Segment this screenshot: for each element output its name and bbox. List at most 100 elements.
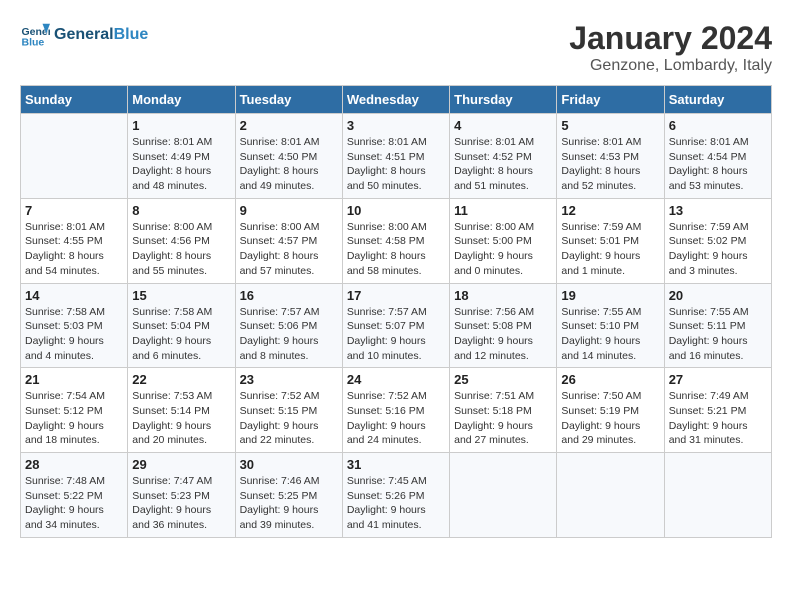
day-info: Sunrise: 7:46 AMSunset: 5:25 PMDaylight:… xyxy=(240,474,338,533)
calendar-cell: 6 Sunrise: 8:01 AMSunset: 4:54 PMDaylight… xyxy=(664,114,771,199)
day-info: Sunrise: 7:55 AMSunset: 5:10 PMDaylight:… xyxy=(561,305,659,364)
logo-general: General xyxy=(54,26,114,43)
day-info: Sunrise: 7:59 AMSunset: 5:01 PMDaylight:… xyxy=(561,220,659,279)
day-number: 13 xyxy=(669,203,767,218)
calendar-cell: 2Sunrise: 8:01 AMSunset: 4:50 PMDaylight… xyxy=(235,114,342,199)
day-number: 30 xyxy=(240,457,338,472)
calendar-cell: 27 Sunrise: 7:49 AMSunset: 5:21 PMDayligh… xyxy=(664,368,771,453)
calendar-cell: 22 Sunrise: 7:53 AMSunset: 5:14 PMDayligh… xyxy=(128,368,235,453)
day-number: 10 xyxy=(347,203,445,218)
calendar-cell: 14 Sunrise: 7:58 AMSunset: 5:03 PMDayligh… xyxy=(21,283,128,368)
day-number: 22 xyxy=(132,372,230,387)
day-info: Sunrise: 7:53 AMSunset: 5:14 PMDaylight:… xyxy=(132,389,230,448)
day-info: Sunrise: 7:50 AMSunset: 5:19 PMDaylight:… xyxy=(561,389,659,448)
weekday-header-saturday: Saturday xyxy=(664,86,771,114)
calendar-cell: 29 Sunrise: 7:47 AMSunset: 5:23 PMDayligh… xyxy=(128,453,235,538)
calendar-cell: 12 Sunrise: 7:59 AMSunset: 5:01 PMDayligh… xyxy=(557,198,664,283)
day-number: 21 xyxy=(25,372,123,387)
day-info: Sunrise: 7:56 AMSunset: 5:08 PMDaylight:… xyxy=(454,305,552,364)
location-title: Genzone, Lombardy, Italy xyxy=(569,57,772,75)
day-info: Sunrise: 7:45 AMSunset: 5:26 PMDaylight:… xyxy=(347,474,445,533)
day-info: Sunrise: 7:52 AMSunset: 5:15 PMDaylight:… xyxy=(240,389,338,448)
calendar-cell: 11Sunrise: 8:00 AMSunset: 5:00 PMDayligh… xyxy=(450,198,557,283)
day-number: 12 xyxy=(561,203,659,218)
day-info: Sunrise: 8:00 AMSunset: 4:57 PMDaylight:… xyxy=(240,220,338,279)
calendar-cell: 13 Sunrise: 7:59 AMSunset: 5:02 PMDayligh… xyxy=(664,198,771,283)
day-number: 16 xyxy=(240,288,338,303)
calendar-cell xyxy=(664,453,771,538)
day-info: Sunrise: 7:51 AMSunset: 5:18 PMDaylight:… xyxy=(454,389,552,448)
day-number: 26 xyxy=(561,372,659,387)
calendar-cell: 18 Sunrise: 7:56 AMSunset: 5:08 PMDayligh… xyxy=(450,283,557,368)
calendar-cell xyxy=(557,453,664,538)
weekday-header-monday: Monday xyxy=(128,86,235,114)
day-info: Sunrise: 8:01 AMSunset: 4:54 PMDaylight:… xyxy=(669,135,767,194)
day-info: Sunrise: 7:47 AMSunset: 5:23 PMDaylight:… xyxy=(132,474,230,533)
calendar-cell: 24 Sunrise: 7:52 AMSunset: 5:16 PMDayligh… xyxy=(342,368,449,453)
day-info: Sunrise: 8:01 AMSunset: 4:51 PMDaylight:… xyxy=(347,135,445,194)
day-info: Sunrise: 7:58 AMSunset: 5:03 PMDaylight:… xyxy=(25,305,123,364)
day-number: 17 xyxy=(347,288,445,303)
day-number: 18 xyxy=(454,288,552,303)
weekday-header-friday: Friday xyxy=(557,86,664,114)
page-header: General Blue GeneralBlue January 2024 Ge… xyxy=(20,20,772,75)
weekday-header-tuesday: Tuesday xyxy=(235,86,342,114)
day-number: 24 xyxy=(347,372,445,387)
calendar-cell: 8 Sunrise: 8:00 AMSunset: 4:56 PMDaylight… xyxy=(128,198,235,283)
calendar-cell: 7 Sunrise: 8:01 AMSunset: 4:55 PMDaylight… xyxy=(21,198,128,283)
calendar-cell: 15 Sunrise: 7:58 AMSunset: 5:04 PMDayligh… xyxy=(128,283,235,368)
logo: General Blue GeneralBlue xyxy=(20,20,148,50)
day-number: 14 xyxy=(25,288,123,303)
day-info: Sunrise: 8:01 AMSunset: 4:53 PMDaylight:… xyxy=(561,135,659,194)
day-info: Sunrise: 7:59 AMSunset: 5:02 PMDaylight:… xyxy=(669,220,767,279)
day-info: Sunrise: 7:57 AMSunset: 5:07 PMDaylight:… xyxy=(347,305,445,364)
weekday-header-sunday: Sunday xyxy=(21,86,128,114)
day-number: 2 xyxy=(240,118,338,133)
calendar-cell: 25Sunrise: 7:51 AMSunset: 5:18 PMDayligh… xyxy=(450,368,557,453)
day-number: 6 xyxy=(669,118,767,133)
day-number: 11 xyxy=(454,203,552,218)
day-number: 19 xyxy=(561,288,659,303)
day-info: Sunrise: 8:01 AMSunset: 4:55 PMDaylight:… xyxy=(25,220,123,279)
weekday-header-thursday: Thursday xyxy=(450,86,557,114)
day-info: Sunrise: 7:48 AMSunset: 5:22 PMDaylight:… xyxy=(25,474,123,533)
day-number: 27 xyxy=(669,372,767,387)
day-number: 7 xyxy=(25,203,123,218)
day-number: 29 xyxy=(132,457,230,472)
calendar-cell: 31 Sunrise: 7:45 AMSunset: 5:26 PMDayligh… xyxy=(342,453,449,538)
day-number: 20 xyxy=(669,288,767,303)
calendar-week-row: 7 Sunrise: 8:01 AMSunset: 4:55 PMDaylight… xyxy=(21,198,772,283)
logo-blue: Blue xyxy=(114,26,149,43)
calendar-week-row: 14 Sunrise: 7:58 AMSunset: 5:03 PMDayligh… xyxy=(21,283,772,368)
day-number: 23 xyxy=(240,372,338,387)
day-info: Sunrise: 7:52 AMSunset: 5:16 PMDaylight:… xyxy=(347,389,445,448)
calendar-cell: 21 Sunrise: 7:54 AMSunset: 5:12 PMDayligh… xyxy=(21,368,128,453)
day-number: 31 xyxy=(347,457,445,472)
logo-icon: General Blue xyxy=(20,20,50,50)
day-info: Sunrise: 8:00 AMSunset: 4:56 PMDaylight:… xyxy=(132,220,230,279)
calendar-cell: 16 Sunrise: 7:57 AMSunset: 5:06 PMDayligh… xyxy=(235,283,342,368)
day-info: Sunrise: 7:49 AMSunset: 5:21 PMDaylight:… xyxy=(669,389,767,448)
day-number: 15 xyxy=(132,288,230,303)
day-number: 3 xyxy=(347,118,445,133)
calendar-cell: 23 Sunrise: 7:52 AMSunset: 5:15 PMDayligh… xyxy=(235,368,342,453)
calendar-cell: 20Sunrise: 7:55 AMSunset: 5:11 PMDayligh… xyxy=(664,283,771,368)
calendar-week-row: 28Sunrise: 7:48 AMSunset: 5:22 PMDayligh… xyxy=(21,453,772,538)
day-number: 8 xyxy=(132,203,230,218)
calendar-cell: 10 Sunrise: 8:00 AMSunset: 4:58 PMDayligh… xyxy=(342,198,449,283)
weekday-header-wednesday: Wednesday xyxy=(342,86,449,114)
day-number: 4 xyxy=(454,118,552,133)
day-info: Sunrise: 8:01 AMSunset: 4:49 PMDaylight:… xyxy=(132,135,230,194)
calendar-week-row: 1Sunrise: 8:01 AMSunset: 4:49 PMDaylight… xyxy=(21,114,772,199)
day-info: Sunrise: 8:01 AMSunset: 4:52 PMDaylight:… xyxy=(454,135,552,194)
calendar-cell: 30 Sunrise: 7:46 AMSunset: 5:25 PMDayligh… xyxy=(235,453,342,538)
svg-text:Blue: Blue xyxy=(22,37,45,49)
day-info: Sunrise: 8:00 AMSunset: 4:58 PMDaylight:… xyxy=(347,220,445,279)
calendar-week-row: 21 Sunrise: 7:54 AMSunset: 5:12 PMDayligh… xyxy=(21,368,772,453)
day-info: Sunrise: 7:58 AMSunset: 5:04 PMDaylight:… xyxy=(132,305,230,364)
calendar-cell: 17 Sunrise: 7:57 AMSunset: 5:07 PMDayligh… xyxy=(342,283,449,368)
day-info: Sunrise: 7:54 AMSunset: 5:12 PMDaylight:… xyxy=(25,389,123,448)
calendar-cell: 3 Sunrise: 8:01 AMSunset: 4:51 PMDaylight… xyxy=(342,114,449,199)
day-info: Sunrise: 7:57 AMSunset: 5:06 PMDaylight:… xyxy=(240,305,338,364)
title-area: January 2024 Genzone, Lombardy, Italy xyxy=(569,20,772,75)
